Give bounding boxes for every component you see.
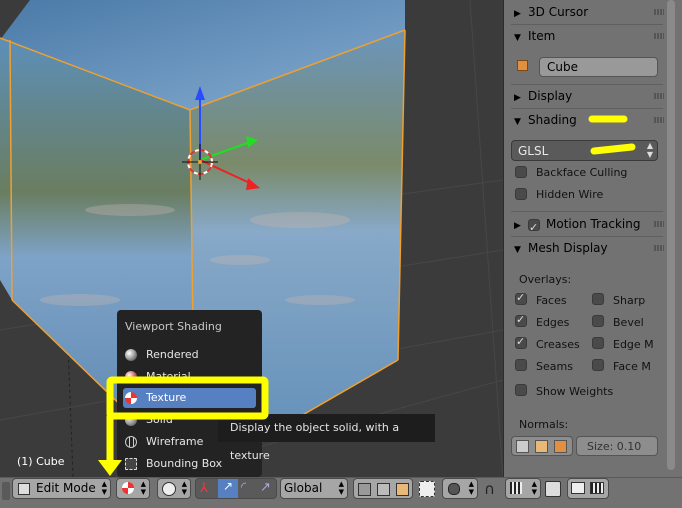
menu-title: Viewport Shading xyxy=(125,320,222,333)
triangle-right-icon: ▶ xyxy=(514,221,521,231)
show-weights-checkbox[interactable] xyxy=(515,384,527,396)
faces-checkbox[interactable] xyxy=(515,291,527,305)
cube-object-icon xyxy=(517,60,528,71)
pivot-point-button[interactable]: ▲ ▼ xyxy=(157,478,191,499)
panel-3d-cursor[interactable]: ▶ 3D Cursor xyxy=(514,1,664,23)
snap-increment-icon xyxy=(510,482,522,494)
dropdown-arrows-icon: ▲ ▼ xyxy=(468,480,474,496)
select-mode-buttons[interactable] xyxy=(353,478,413,499)
normals-label: Normals: xyxy=(519,418,569,431)
sharp-checkbox[interactable] xyxy=(592,293,604,305)
drag-grip-icon[interactable] xyxy=(654,117,664,123)
edges-checkbox[interactable] xyxy=(515,313,527,327)
panel-mesh-display[interactable]: ▼ Mesh Display xyxy=(514,237,664,259)
face-marks-label: Face M xyxy=(613,360,651,373)
triangle-down-icon: ▼ xyxy=(514,117,521,127)
sharp-label: Sharp xyxy=(613,294,646,307)
drag-grip-icon[interactable] xyxy=(654,33,664,39)
edit-mode-icon xyxy=(18,483,30,495)
object-info-label: (1) Cube xyxy=(17,455,65,468)
panel-motion-tracking[interactable]: ▶Motion Tracking xyxy=(514,213,664,239)
hidden-wire-checkbox[interactable] xyxy=(515,188,527,200)
backface-culling-checkbox[interactable] xyxy=(515,166,527,178)
animation-render-icon[interactable] xyxy=(590,482,604,494)
edge-select-icon[interactable] xyxy=(377,483,390,496)
motion-tracking-checkbox[interactable] xyxy=(528,217,540,239)
dropdown-arrows-icon: ▲ ▼ xyxy=(140,480,146,496)
translate-icon[interactable]: ↗ xyxy=(218,479,238,498)
triangle-right-icon: ▶ xyxy=(514,93,521,103)
proportional-editing-button[interactable]: ▲ ▼ xyxy=(442,478,478,499)
separator xyxy=(511,211,663,212)
dropdown-arrows-icon: ▲ ▼ xyxy=(338,480,344,496)
pivot-point-icon xyxy=(162,482,176,496)
dropdown-arrows-icon: ▲ ▼ xyxy=(101,480,107,496)
seams-label: Seams xyxy=(536,360,573,373)
limit-selection-icon[interactable] xyxy=(419,481,435,497)
panel-display[interactable]: ▶ Display xyxy=(514,85,664,107)
panel-item[interactable]: ▼ Item xyxy=(514,25,664,47)
drag-grip-icon[interactable] xyxy=(654,245,664,251)
hidden-wire-label: Hidden Wire xyxy=(536,188,604,201)
face-normal-icon[interactable] xyxy=(554,440,567,453)
drag-grip-icon[interactable] xyxy=(654,9,664,15)
triangle-down-icon: ▼ xyxy=(514,33,521,43)
rotate-icon[interactable]: ◜ xyxy=(241,480,246,495)
backface-culling-label: Backface Culling xyxy=(536,166,628,179)
camera-render-icon[interactable] xyxy=(571,482,585,494)
mode-dropdown[interactable]: Edit Mode ▲ ▼ xyxy=(12,478,111,499)
rendered-sphere-icon xyxy=(125,349,137,361)
seams-checkbox[interactable] xyxy=(515,359,527,371)
overlays-label: Overlays: xyxy=(519,273,572,286)
loop-normal-icon[interactable] xyxy=(535,440,548,453)
scale-icon[interactable]: ↗ xyxy=(260,480,271,495)
vertex-select-icon[interactable] xyxy=(358,483,371,496)
yellow-highlight-box xyxy=(98,376,269,476)
yellow-highlight-marks xyxy=(588,115,636,155)
show-weights-label: Show Weights xyxy=(536,385,614,398)
drag-grip-icon[interactable] xyxy=(654,221,664,227)
opengl-render-icon[interactable] xyxy=(545,481,561,497)
triangle-down-icon: ▼ xyxy=(514,245,521,255)
vertex-normal-icon[interactable] xyxy=(516,440,529,453)
bevel-checkbox[interactable] xyxy=(592,315,604,327)
face-select-icon[interactable] xyxy=(396,483,409,496)
bevel-label: Bevel xyxy=(613,316,644,329)
dropdown-arrows-icon: ▲ ▼ xyxy=(646,141,653,159)
transform-orientation-dropdown[interactable]: Global ▲ ▼ xyxy=(280,478,348,499)
creases-label: Creases xyxy=(536,338,580,351)
menu-item-rendered[interactable]: Rendered xyxy=(123,345,256,365)
normals-size-field[interactable]: Size: 0.10 xyxy=(576,436,658,456)
manipulator-buttons[interactable]: ⅄ ↗ ◜ ↗ xyxy=(195,478,277,499)
item-name-field[interactable]: Cube xyxy=(539,57,658,77)
viewport-shading-button[interactable]: ▲ ▼ xyxy=(116,478,150,499)
editor-type-icon[interactable] xyxy=(2,482,10,500)
edge-marks-label: Edge M xyxy=(613,338,654,351)
properties-scrollbar[interactable] xyxy=(667,0,675,470)
snap-magnet-icon[interactable]: ∩ xyxy=(484,480,495,498)
dropdown-arrows-icon: ▲ ▼ xyxy=(531,480,537,496)
edges-label: Edges xyxy=(536,316,570,329)
texture-checker-icon xyxy=(122,482,134,494)
face-marks-checkbox[interactable] xyxy=(592,359,604,371)
drag-grip-icon[interactable] xyxy=(654,93,664,99)
dropdown-arrows-icon: ▲ ▼ xyxy=(181,480,187,496)
proportional-editing-icon xyxy=(448,483,460,495)
faces-label: Faces xyxy=(536,294,567,307)
snap-element-button[interactable]: ▲ ▼ xyxy=(505,478,541,499)
render-buttons[interactable] xyxy=(567,478,609,499)
edge-marks-checkbox[interactable] xyxy=(592,337,604,349)
manipulator-toggle-icon[interactable]: ⅄ xyxy=(200,481,208,496)
triangle-right-icon: ▶ xyxy=(514,9,521,19)
creases-checkbox[interactable] xyxy=(515,335,527,349)
normals-display-buttons[interactable] xyxy=(511,436,573,456)
